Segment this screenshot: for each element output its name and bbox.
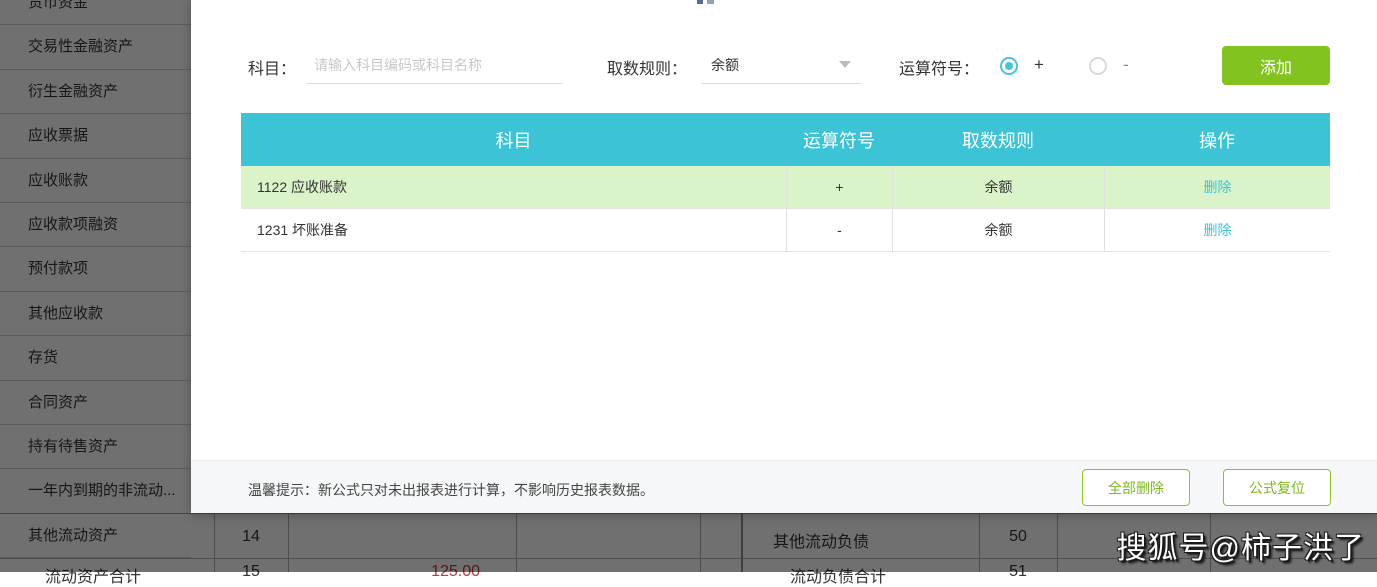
- operator-plus-radio[interactable]: [1000, 57, 1018, 75]
- subject-cell: 1231 坏账准备: [257, 222, 349, 238]
- delete-link[interactable]: 删除: [1204, 177, 1232, 197]
- table-row: 1122 应收账款 + 余额 删除: [241, 166, 1330, 209]
- subject-label: 科目：: [248, 61, 297, 78]
- clipped-title-fragment: [707, 0, 714, 4]
- subject-cell: 1122 应收账款: [257, 179, 347, 195]
- subject-input-wrap: [306, 46, 562, 84]
- delete-link[interactable]: 删除: [1204, 220, 1232, 240]
- watermark: 搜狐号@柿子洪了: [1116, 532, 1365, 565]
- modal-footer: 温馨提示：新公式只对未出报表进行计算，不影响历史报表数据。 全部删除 公式复位: [191, 460, 1377, 513]
- rule-cell: 余额: [892, 166, 1104, 208]
- operator-cell: -: [786, 209, 892, 251]
- operator-minus-label[interactable]: -: [1123, 55, 1129, 75]
- subject-input[interactable]: [306, 56, 562, 73]
- rule-select[interactable]: 余额: [701, 46, 861, 84]
- operator-label: 运算符号：: [899, 61, 980, 78]
- rule-select-value: 余额: [711, 56, 739, 73]
- operator-minus-radio[interactable]: [1089, 57, 1107, 75]
- formula-reset-button[interactable]: 公式复位: [1223, 469, 1331, 506]
- footer-tip: 温馨提示：新公式只对未出报表进行计算，不影响历史报表数据。: [248, 482, 654, 498]
- formula-table: 科目 运算符号 取数规则 操作 1122 应收账款 + 余额 删除 1231 坏…: [241, 113, 1330, 252]
- header-action: 操作: [1199, 130, 1235, 151]
- formula-editor-dialog: 科目： 取数规则： 余额 运算符号： + - 添加 科目 运算符号 取数规则 操…: [191, 0, 1377, 513]
- add-button[interactable]: 添加: [1222, 46, 1330, 85]
- chevron-down-icon: [839, 61, 851, 68]
- rule-label: 取数规则：: [607, 61, 688, 78]
- header-operator: 运算符号: [803, 130, 875, 151]
- header-subject: 科目: [495, 130, 532, 151]
- formula-table-header: 科目 运算符号 取数规则 操作: [241, 113, 1330, 166]
- operator-cell: +: [786, 166, 892, 208]
- delete-all-button[interactable]: 全部删除: [1082, 469, 1190, 506]
- rule-cell: 余额: [892, 209, 1104, 251]
- clipped-title-fragment: [697, 0, 703, 4]
- table-row: 1231 坏账准备 - 余额 删除: [241, 209, 1330, 252]
- header-rule: 取数规则: [962, 130, 1034, 151]
- radio-dot-icon: [1005, 62, 1013, 70]
- operator-plus-label[interactable]: +: [1034, 55, 1044, 75]
